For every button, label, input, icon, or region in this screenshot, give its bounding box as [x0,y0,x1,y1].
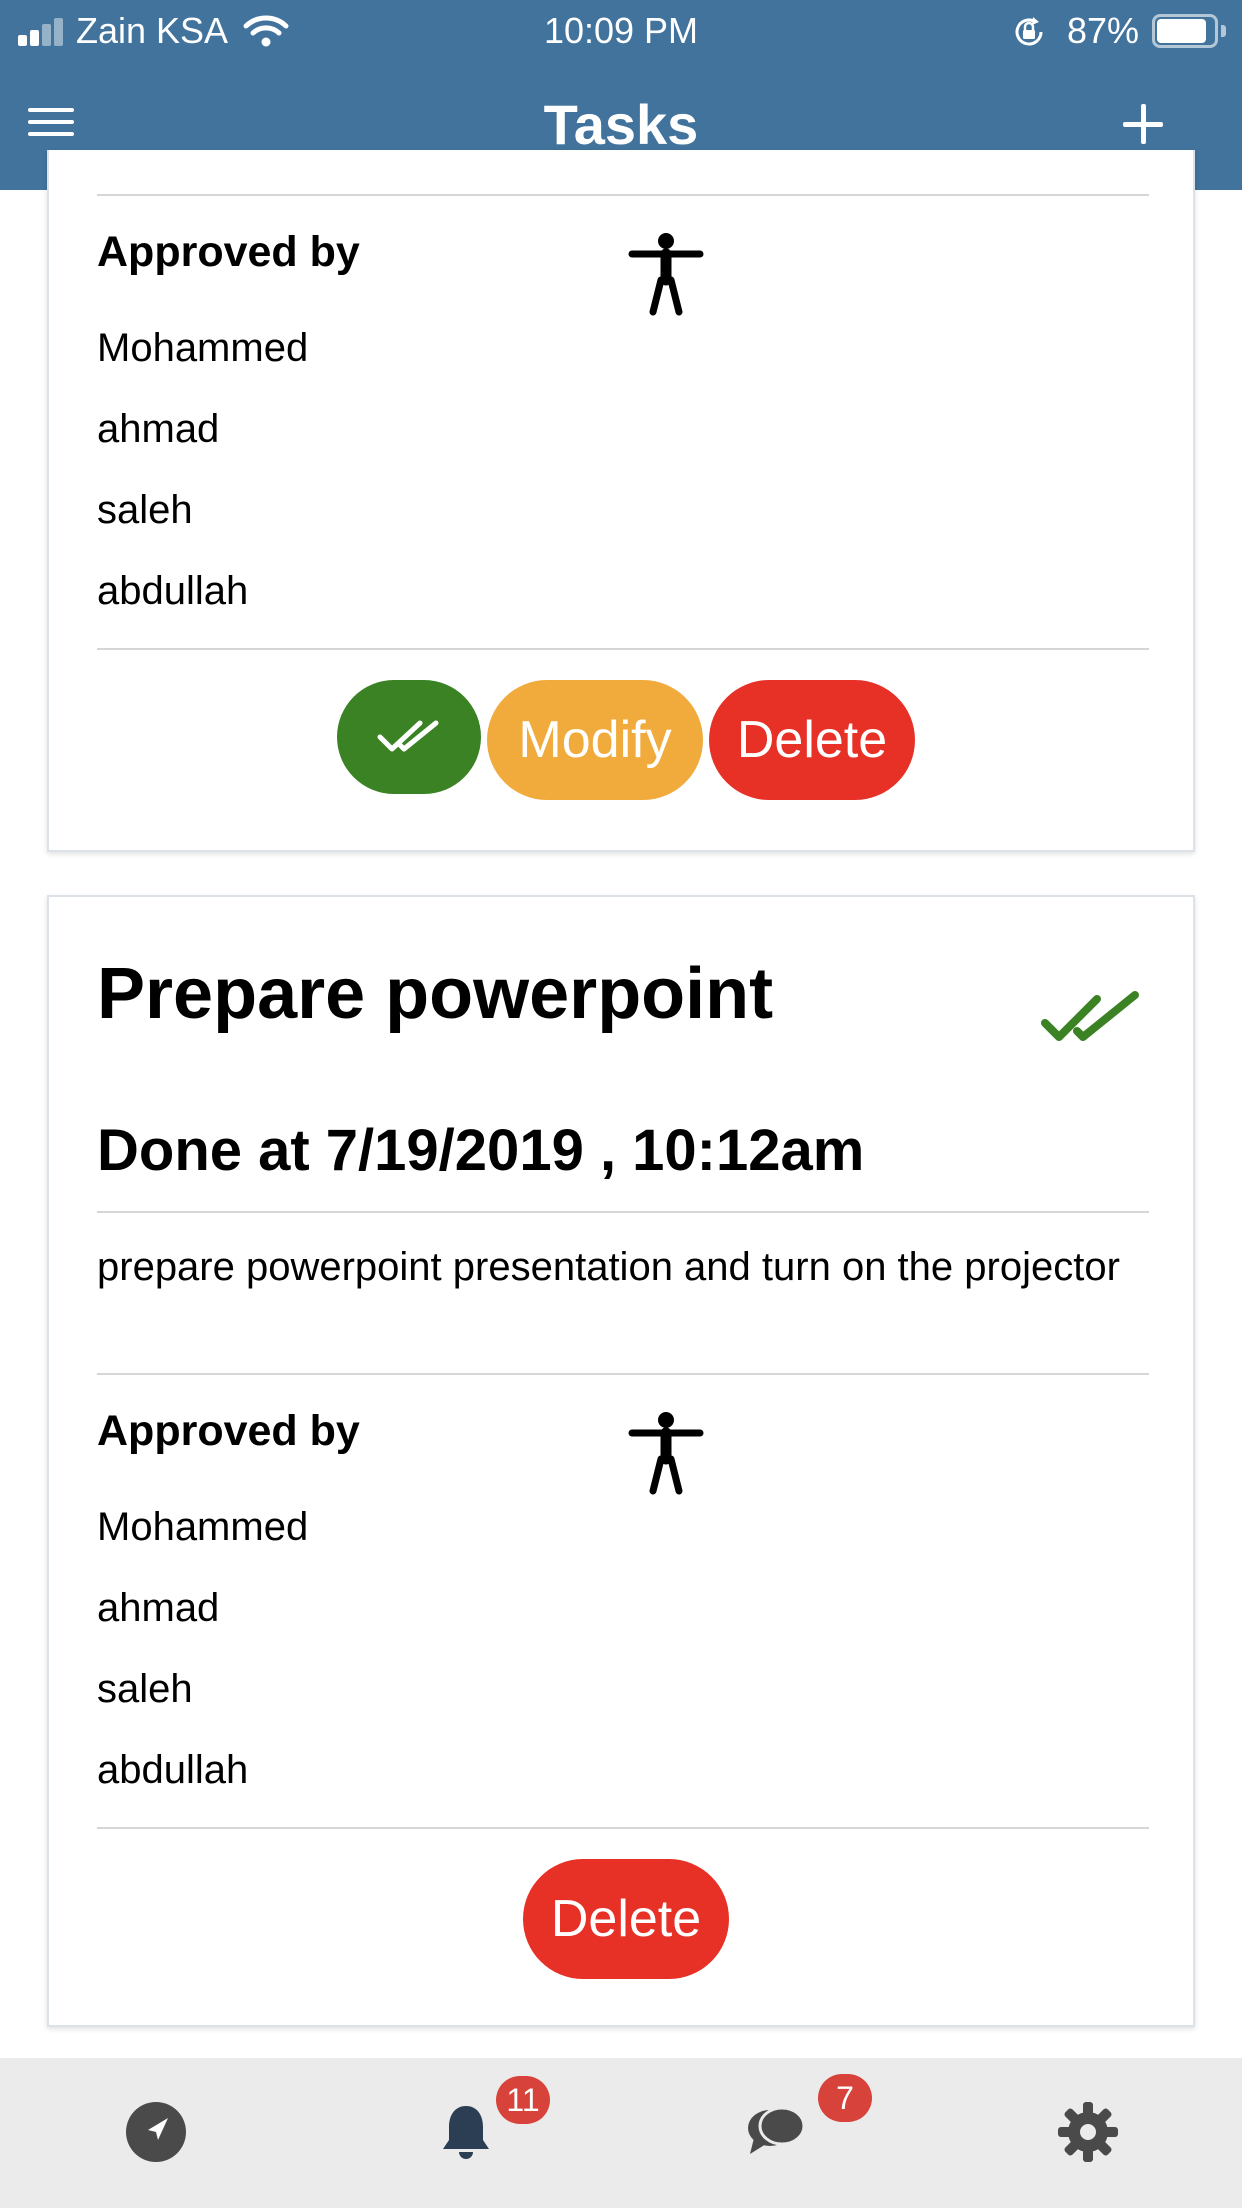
task-card: Prepare powerpoint Done at 7/19/2019 , 1… [47,895,1195,2027]
tab-messages[interactable] [744,2100,808,2164]
double-check-icon [377,720,439,752]
tab-notifications[interactable] [434,2100,498,2164]
chat-bubbles-icon [748,2106,806,2154]
add-task-button[interactable] [1116,98,1170,152]
orientation-lock-icon [1015,17,1043,46]
battery-percentage: 87% [1067,10,1140,51]
person-icon [628,233,704,316]
notifications-badge: 11 [496,2076,550,2124]
approver-name: saleh [97,1667,193,1711]
approver-name: Mohammed [97,1505,309,1549]
task-card: Approved by Mohammed ahmad saleh abdulla… [47,150,1195,852]
person-icon [628,1412,704,1495]
messages-badge: 7 [818,2074,872,2122]
delete-button[interactable]: Delete [709,680,915,800]
divider [97,194,1149,196]
divider [97,1211,1149,1213]
status-bar: Zain KSA 10:09 PM 87% [0,0,1242,62]
tab-location[interactable] [124,2100,188,2164]
bottom-tab-bar: 11 7 [0,2058,1242,2208]
bell-icon [443,2106,489,2159]
gear-icon [1058,2102,1118,2162]
task-description: prepare powerpoint presentation and turn… [97,1245,1120,1289]
approver-name: ahmad [97,1586,220,1630]
tab-settings[interactable] [1056,2100,1120,2164]
approver-name: abdullah [97,1748,249,1792]
location-arrow-icon [126,2102,186,2162]
battery-icon [1152,14,1226,48]
task-title: Prepare powerpoint [97,954,774,1034]
approver-name: saleh [97,488,193,532]
approver-name: Mohammed [97,326,309,370]
divider [97,1827,1149,1829]
done-at-text: Done at 7/19/2019 , 10:12am [97,1118,865,1183]
divider [97,1373,1149,1375]
approve-button[interactable] [337,680,481,794]
modify-button[interactable]: Modify [487,680,703,800]
approver-name: ahmad [97,407,220,451]
status-time: 10:09 PM [543,10,699,51]
approved-by-label: Approved by [97,228,360,276]
delete-button[interactable]: Delete [523,1859,729,1979]
double-check-icon [1041,991,1139,1041]
page-title: Tasks [543,93,699,156]
divider [97,648,1149,650]
approved-by-label: Approved by [97,1407,360,1455]
approver-name: abdullah [97,569,249,613]
